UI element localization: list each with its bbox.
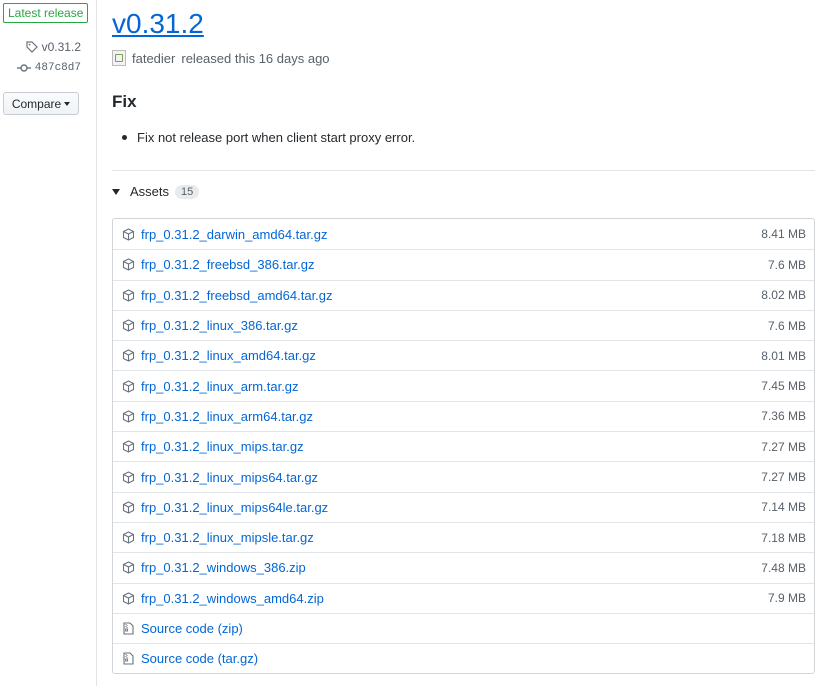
author-link[interactable]: fatedier <box>132 51 175 66</box>
asset-size: 7.48 MB <box>761 560 806 575</box>
asset-row: frp_0.31.2_linux_mips.tar.gz 7.27 MB <box>113 431 814 461</box>
asset-row: frp_0.31.2_linux_386.tar.gz 7.6 MB <box>113 309 814 340</box>
tag-label: v0.31.2 <box>41 40 81 54</box>
asset-size: 7.18 MB <box>761 530 806 545</box>
asset-row: frp_0.31.2_windows_amd64.zip 7.9 MB <box>113 582 814 613</box>
asset-link[interactable]: Source code (tar.gz) <box>141 651 258 666</box>
compare-label: Compare <box>11 96 62 111</box>
asset-link[interactable]: frp_0.31.2_windows_386.zip <box>141 560 306 575</box>
package-icon <box>121 591 135 605</box>
release-byline: fatedier released this 16 days ago <box>112 50 330 66</box>
asset-row: frp_0.31.2_linux_mipsle.tar.gz 7.18 MB <box>113 521 814 552</box>
asset-link[interactable]: frp_0.31.2_linux_arm.tar.gz <box>141 379 299 394</box>
asset-row: Source code (zip) <box>113 612 814 643</box>
avatar[interactable] <box>112 50 126 66</box>
sidebar-divider <box>96 0 97 686</box>
asset-link[interactable]: frp_0.31.2_freebsd_386.tar.gz <box>141 257 314 272</box>
package-icon <box>121 531 135 545</box>
asset-link[interactable]: frp_0.31.2_linux_mipsle.tar.gz <box>141 530 314 545</box>
commit-label: 487c8d7 <box>34 62 81 74</box>
asset-size: 8.01 MB <box>761 348 806 363</box>
asset-link[interactable]: frp_0.31.2_linux_amd64.tar.gz <box>141 348 316 363</box>
asset-size: 7.6 MB <box>767 318 806 333</box>
release-sidebar: Latest release v0.31.2 487c8d7 Compare <box>0 0 95 686</box>
package-icon <box>121 258 135 272</box>
triangle-down-icon <box>112 188 120 195</box>
release-title[interactable]: v0.31.2 <box>112 6 204 42</box>
commit-link[interactable]: 487c8d7 <box>16 62 81 74</box>
asset-row: frp_0.31.2_linux_arm64.tar.gz 7.36 MB <box>113 400 814 431</box>
asset-size: 7.36 MB <box>761 409 806 424</box>
asset-link[interactable]: frp_0.31.2_darwin_amd64.tar.gz <box>141 227 327 242</box>
asset-link[interactable]: frp_0.31.2_linux_mips.tar.gz <box>141 439 304 454</box>
file-zip-icon <box>121 622 135 636</box>
package-icon <box>121 561 135 575</box>
asset-link[interactable]: frp_0.31.2_linux_mips64le.tar.gz <box>141 500 328 515</box>
asset-row: frp_0.31.2_freebsd_amd64.tar.gz 8.02 MB <box>113 279 814 310</box>
asset-size: 8.02 MB <box>761 288 806 303</box>
package-icon <box>121 288 135 302</box>
assets-list: frp_0.31.2_darwin_amd64.tar.gz 8.41 MB frp… <box>112 218 815 675</box>
asset-link[interactable]: frp_0.31.2_linux_386.tar.gz <box>141 318 298 333</box>
asset-size: 8.41 MB <box>761 227 806 242</box>
package-icon <box>121 227 135 241</box>
asset-link[interactable]: frp_0.31.2_freebsd_amd64.tar.gz <box>141 288 333 303</box>
asset-size: 7.6 MB <box>767 257 806 272</box>
bullet-icon <box>122 135 127 140</box>
compare-button[interactable]: Compare <box>3 92 79 115</box>
assets-label: Assets <box>130 184 170 199</box>
latest-release-badge: Latest release <box>3 3 89 23</box>
asset-size: 7.27 MB <box>761 439 806 454</box>
package-icon <box>121 379 135 393</box>
package-icon <box>121 500 135 514</box>
section-divider <box>112 170 815 171</box>
asset-row: Source code (tar.gz) <box>113 643 814 673</box>
asset-size: 7.45 MB <box>761 379 806 394</box>
package-icon <box>121 470 135 484</box>
tag-icon <box>26 41 38 53</box>
asset-row: frp_0.31.2_darwin_amd64.tar.gz 8.41 MB <box>113 219 814 249</box>
asset-row: frp_0.31.2_windows_386.zip 7.48 MB <box>113 552 814 582</box>
chevron-down-icon <box>64 101 71 106</box>
asset-link[interactable]: frp_0.31.2_linux_mips64.tar.gz <box>141 470 318 485</box>
release-note-text: Fix not release port when client start p… <box>137 130 416 145</box>
notes-heading: Fix <box>112 92 137 111</box>
commit-icon <box>16 63 31 73</box>
asset-row: frp_0.31.2_linux_mips64le.tar.gz 7.14 MB <box>113 491 814 522</box>
asset-size: 7.9 MB <box>767 591 806 606</box>
assets-count-badge: 15 <box>175 184 200 199</box>
package-icon <box>121 319 135 333</box>
file-zip-icon <box>121 652 135 666</box>
asset-link[interactable]: frp_0.31.2_windows_amd64.zip <box>141 591 324 606</box>
asset-link[interactable]: frp_0.31.2_linux_arm64.tar.gz <box>141 409 313 424</box>
asset-size: 7.27 MB <box>761 470 806 485</box>
release-date-text: released this 16 days ago <box>181 50 330 66</box>
assets-toggle[interactable]: Assets 15 <box>112 184 200 199</box>
release-note-item: Fix not release port when client start p… <box>122 130 415 145</box>
asset-row: frp_0.31.2_freebsd_386.tar.gz 7.6 MB <box>113 249 814 279</box>
asset-row: frp_0.31.2_linux_amd64.tar.gz 8.01 MB <box>113 340 814 370</box>
package-icon <box>121 349 135 363</box>
asset-size: 7.14 MB <box>761 500 806 515</box>
asset-row: frp_0.31.2_linux_mips64.tar.gz 7.27 MB <box>113 461 814 491</box>
asset-link[interactable]: Source code (zip) <box>141 621 243 636</box>
package-icon <box>121 409 135 423</box>
tag-link[interactable]: v0.31.2 <box>26 40 81 54</box>
package-icon <box>121 440 135 454</box>
asset-row: frp_0.31.2_linux_arm.tar.gz 7.45 MB <box>113 370 814 400</box>
